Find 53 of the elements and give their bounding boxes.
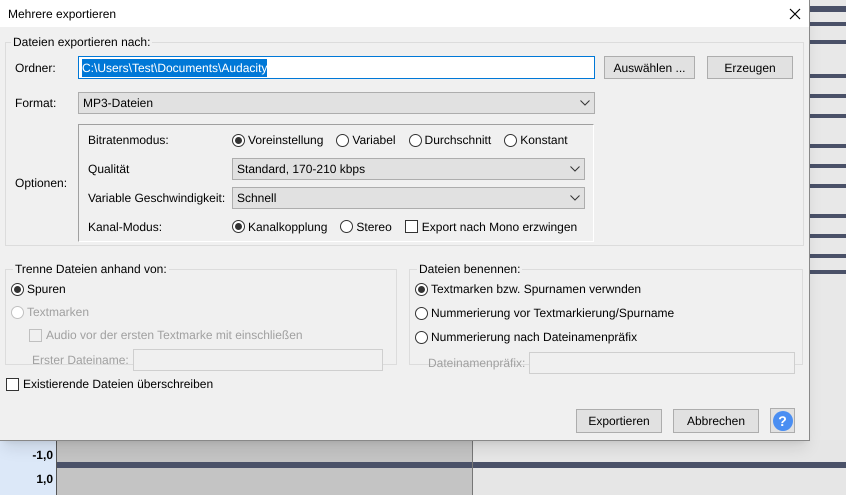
radio-label: Nummerierung nach Dateinamenpräfix xyxy=(431,329,638,346)
radio-button[interactable] xyxy=(415,330,428,344)
radio-label: Stereo xyxy=(356,218,392,236)
button[interactable]: Exportieren xyxy=(576,408,662,432)
field-label: Dateinamenpräfix: xyxy=(428,355,526,372)
checkbox-label: Export nach Mono erzwingen xyxy=(422,218,578,236)
radio-button[interactable] xyxy=(415,282,428,296)
radio-label: Kanalkopplung xyxy=(248,218,328,236)
group-label: Trenne Dateien anhand von: xyxy=(14,261,168,278)
checkbox-label: Existierende Dateien überschreiben xyxy=(23,376,214,393)
option-label: Qualität xyxy=(88,161,130,178)
button[interactable]: Abbrechen xyxy=(673,408,759,432)
folder-input-field[interactable]: C:\Users\Test\Documents\Audacity xyxy=(78,56,595,79)
radio-button[interactable] xyxy=(415,306,428,320)
field-label: Erster Dateiname: xyxy=(32,352,129,369)
button[interactable]: Auswählen ... xyxy=(604,56,695,79)
radio-label: Variabel xyxy=(352,132,396,150)
radio-label: Durchschnitt xyxy=(424,132,492,150)
radio-label: Textmarken bzw. Spurnamen verwnden xyxy=(431,281,642,298)
group-label: Dateien benennen: xyxy=(418,261,522,278)
chevron-down-icon xyxy=(570,194,580,201)
checkbox-label: Audio vor der ersten Textmarke mit einschließen xyxy=(46,327,303,344)
radio-button[interactable] xyxy=(504,134,518,147)
radio-button[interactable] xyxy=(408,134,422,147)
chevron-down-icon xyxy=(570,166,580,172)
radio-button[interactable] xyxy=(232,134,245,147)
checkbox[interactable] xyxy=(6,378,19,390)
radio-button[interactable] xyxy=(232,220,245,234)
scale-label: -1,0 xyxy=(32,449,53,461)
field-label: Format: xyxy=(15,95,58,112)
radio-label: Textmarken xyxy=(27,304,90,321)
option-label: Bitratenmodus: xyxy=(88,132,170,150)
scale-label: 1,0 xyxy=(36,473,53,485)
close-icon[interactable] xyxy=(789,8,801,20)
dropdown[interactable]: MP3-Dateien xyxy=(78,92,595,114)
button[interactable]: Erzeugen xyxy=(707,56,793,79)
radio-label: Spuren xyxy=(27,281,66,298)
chevron-down-icon xyxy=(580,100,590,106)
dropdown[interactable]: Standard, 170-210 kbps xyxy=(232,158,585,180)
window-title: Mehrere exportieren xyxy=(8,6,116,22)
dropdown[interactable]: Schnell xyxy=(232,186,585,209)
radio-button[interactable] xyxy=(336,134,350,147)
checkbox[interactable] xyxy=(404,220,418,234)
radio-label: Konstant xyxy=(520,132,568,150)
radio-button[interactable] xyxy=(11,282,24,296)
radio-button[interactable] xyxy=(340,220,354,234)
option-label: Variable Geschwindigkeit: xyxy=(88,190,226,207)
field-label: Optionen: xyxy=(15,175,68,192)
radio-label: Nummerierung vor Textmarkierung/Spurname xyxy=(431,305,674,322)
field-label: Ordner: xyxy=(15,60,57,76)
radio-label: Voreinstellung xyxy=(248,132,324,150)
option-label: Kanal-Modus: xyxy=(88,218,164,236)
group-label: Dateien exportieren nach: xyxy=(12,34,152,51)
